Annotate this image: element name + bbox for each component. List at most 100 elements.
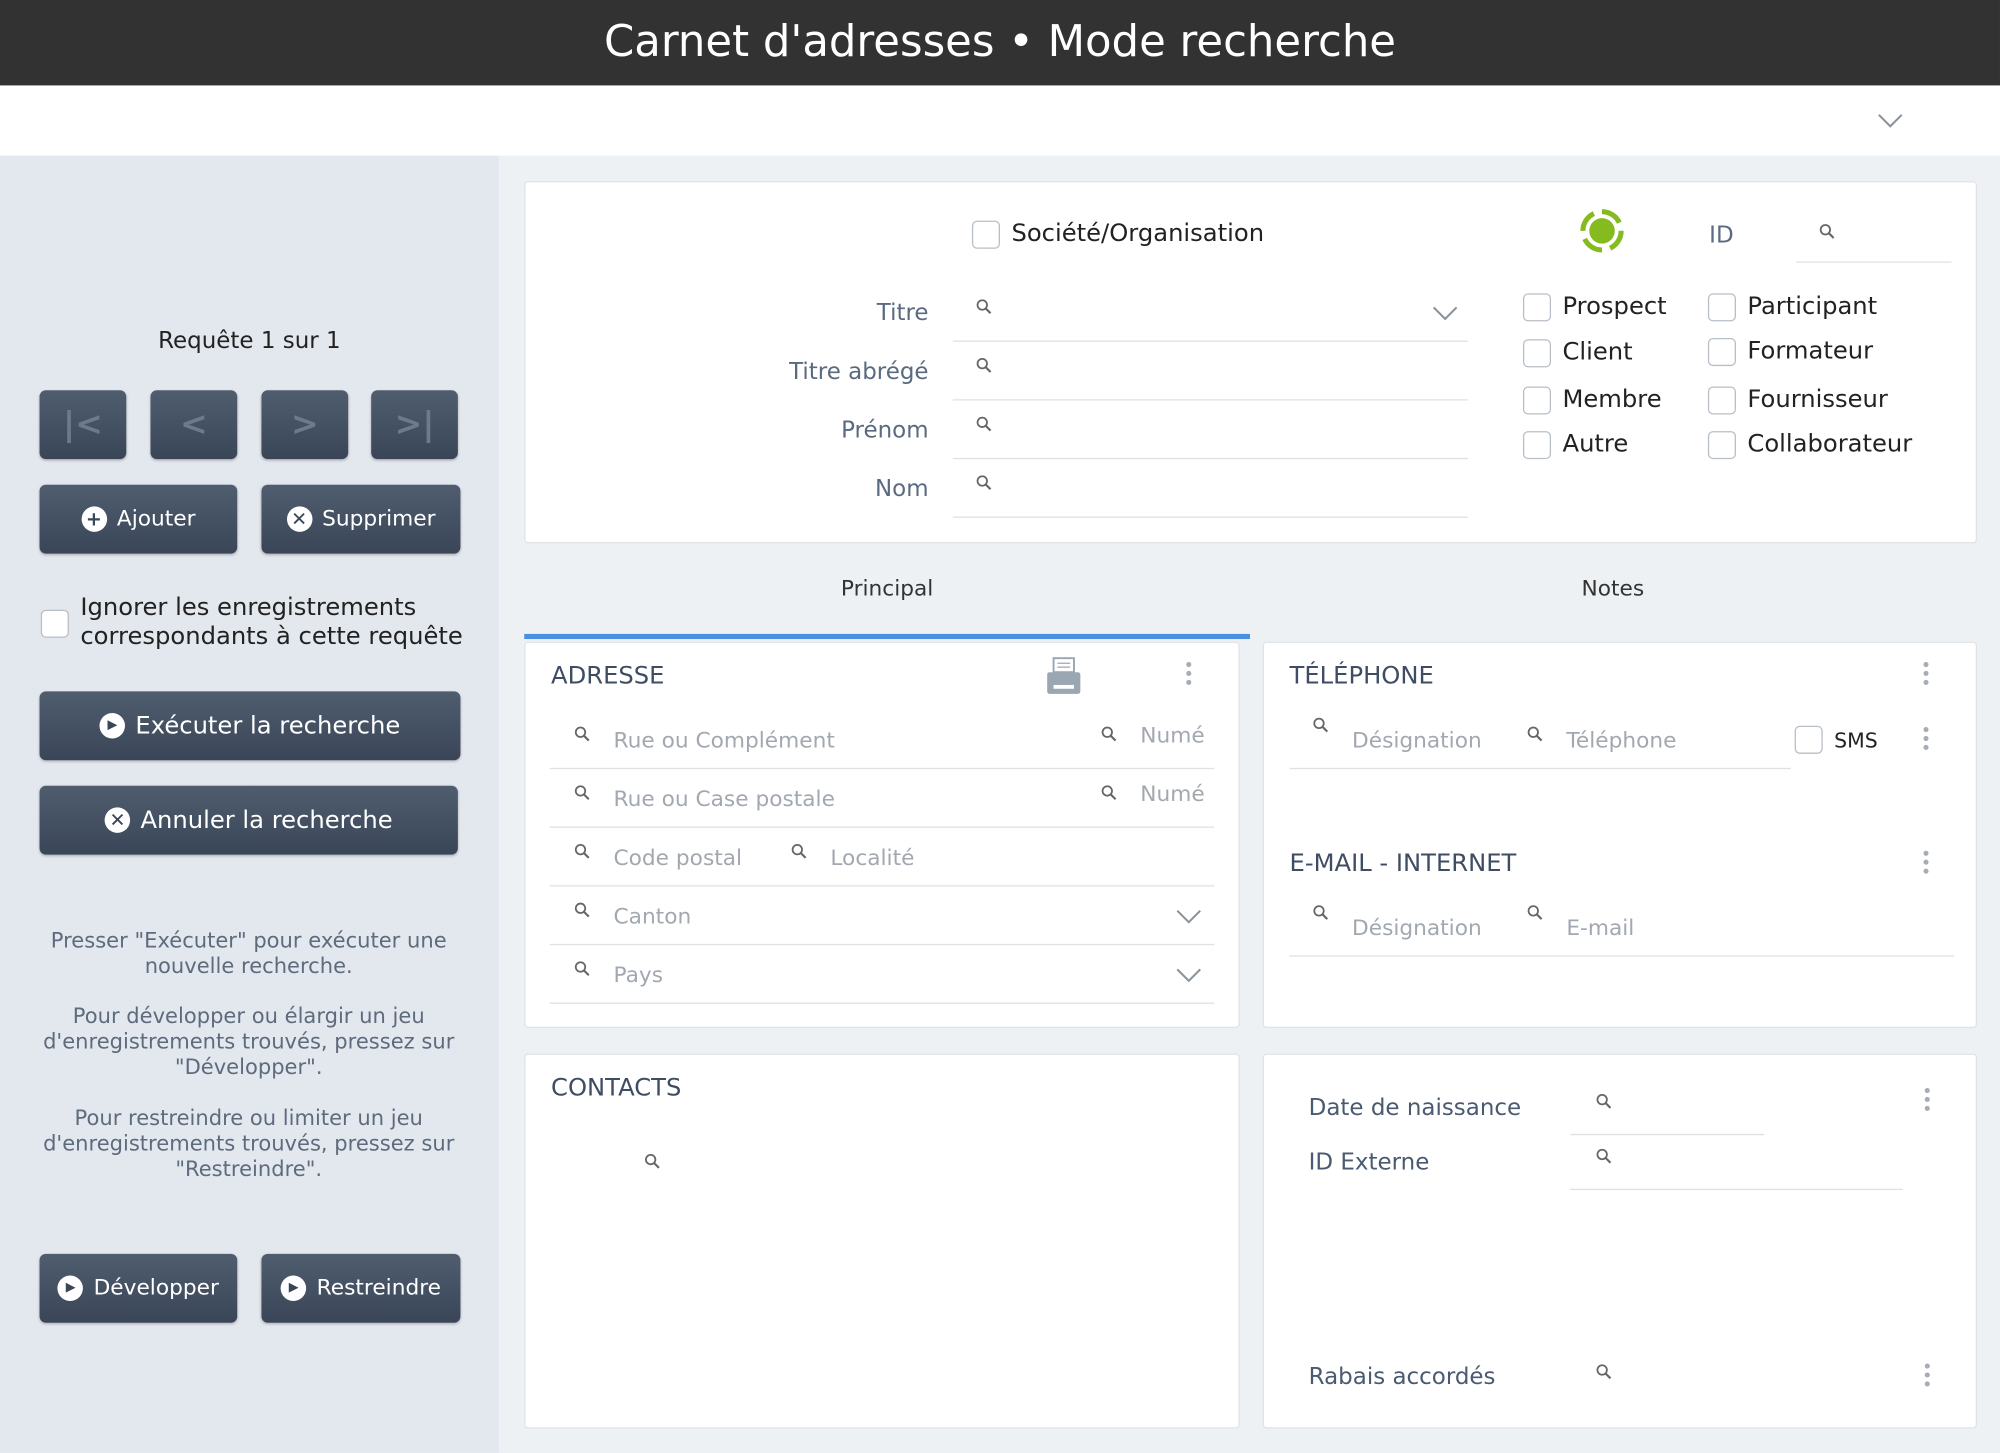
canton-field[interactable]: Canton <box>614 904 692 930</box>
participant-label: Participant <box>1747 292 1878 321</box>
more-options-icon[interactable] <box>1923 661 1929 689</box>
cancel-search-button[interactable]: ✕ Annuler la recherche <box>39 785 458 855</box>
chevron-down-icon[interactable] <box>1176 909 1202 924</box>
play-circle-icon: ▶ <box>57 1275 84 1302</box>
delete-button[interactable]: ✕ Supprimer <box>261 484 461 554</box>
external-id-field[interactable] <box>1570 1138 1904 1191</box>
prospect-checkbox[interactable] <box>1522 293 1552 322</box>
search-icon <box>574 784 591 801</box>
search-icon <box>574 726 591 743</box>
tab-notes[interactable]: Notes <box>1250 577 1976 603</box>
divider <box>549 826 1215 828</box>
client-checkbox[interactable] <box>1522 339 1552 368</box>
client-label: Client <box>1562 338 1633 367</box>
plus-circle-icon: + <box>81 506 107 532</box>
search-icon <box>1527 904 1544 921</box>
search-icon[interactable] <box>644 1153 661 1170</box>
more-options-icon[interactable] <box>1186 661 1192 689</box>
search-icon <box>1312 904 1329 921</box>
supplier-checkbox[interactable] <box>1707 386 1736 415</box>
help-line: nouvelle recherche. <box>144 954 353 979</box>
last-name-field[interactable] <box>952 462 1469 518</box>
contacts-title: CONTACTS <box>551 1073 682 1103</box>
previous-record-button[interactable]: < <box>150 390 238 460</box>
last-record-button[interactable]: >| <box>371 390 458 460</box>
printer-icon[interactable] <box>1046 657 1082 695</box>
x-circle-icon: ✕ <box>286 506 312 532</box>
organization-label: Société/Organisation <box>1011 219 1265 248</box>
street-number-field[interactable]: Numé <box>1140 723 1204 749</box>
help-line: Pour développer ou élargir un jeu <box>72 1003 425 1029</box>
restrict-button[interactable]: ▶ Restreindre <box>261 1253 461 1323</box>
divider <box>549 1002 1215 1004</box>
help-line: Pour restreindre ou limiter un jeu <box>74 1105 423 1131</box>
execute-search-button[interactable]: ▶ Exécuter la recherche <box>39 691 461 761</box>
more-options-icon[interactable] <box>1923 727 1929 754</box>
ignore-line-1: Ignorer les enregistrements <box>80 593 417 622</box>
street-complement-field[interactable]: Rue ou Complément <box>614 728 835 754</box>
window-title: Carnet d'adresses • Mode recherche <box>603 16 1396 68</box>
next-icon: > <box>290 405 319 444</box>
short-title-field[interactable] <box>952 344 1469 401</box>
search-icon <box>1101 784 1118 801</box>
search-icon <box>1527 726 1544 743</box>
phone-number-field[interactable]: Téléphone <box>1566 728 1676 754</box>
member-label: Membre <box>1562 385 1662 414</box>
id-label: ID <box>1709 221 1734 249</box>
request-counter: Requête 1 sur 1 <box>158 327 341 355</box>
other-checkbox[interactable] <box>1522 431 1552 460</box>
help-text-expand: Pour développer ou élargir un jeu d'enreg… <box>19 1004 478 1081</box>
email-designation-field[interactable]: Désignation <box>1352 916 1482 942</box>
help-text-execute: Presser "Exécuter" pour exécuter une nouv… <box>19 929 478 980</box>
phone-designation-field[interactable]: Désignation <box>1352 728 1482 754</box>
po-box-number-field[interactable]: Numé <box>1140 782 1204 808</box>
help-line: d'enregistrements trouvés, pressez sur <box>43 1029 455 1054</box>
search-icon <box>1312 717 1329 734</box>
search-icon[interactable] <box>1596 1364 1613 1381</box>
last-name-label: Nom <box>874 475 929 503</box>
external-id-label: ID Externe <box>1308 1149 1430 1177</box>
last-icon: >| <box>394 405 435 444</box>
birthdate-field[interactable] <box>1570 1083 1765 1136</box>
supplier-label: Fournisseur <box>1747 385 1888 414</box>
chevron-down-icon[interactable] <box>1878 114 1904 129</box>
chevron-down-icon[interactable] <box>1176 968 1202 983</box>
more-options-icon[interactable] <box>1923 850 1929 878</box>
city-field[interactable]: Localité <box>830 846 914 872</box>
organization-checkbox[interactable] <box>971 220 1000 249</box>
next-record-button[interactable]: > <box>261 390 349 460</box>
more-options-icon[interactable] <box>1924 1363 1930 1391</box>
email-address-field[interactable]: E-mail <box>1566 916 1634 942</box>
ignore-records-checkbox[interactable] <box>40 609 69 638</box>
previous-icon: < <box>179 405 208 444</box>
collaborator-checkbox[interactable] <box>1707 431 1736 460</box>
id-search-field[interactable] <box>1795 210 1952 263</box>
add-button[interactable]: + Ajouter <box>39 484 238 554</box>
help-line: d'enregistrements trouvés, pressez sur <box>43 1131 455 1156</box>
phone-email-card <box>1262 641 1978 1029</box>
zip-code-field[interactable]: Code postal <box>614 846 743 872</box>
short-title-label: Titre abrégé <box>789 358 929 386</box>
search-icon <box>976 474 993 491</box>
execute-label: Exécuter la recherche <box>135 711 401 740</box>
contacts-card <box>524 1053 1240 1429</box>
search-icon <box>574 960 591 977</box>
chevron-down-icon[interactable] <box>1432 306 1458 321</box>
trainer-checkbox[interactable] <box>1707 338 1736 367</box>
more-options-icon[interactable] <box>1924 1088 1930 1115</box>
country-field[interactable]: Pays <box>614 963 664 989</box>
email-title: E-MAIL - INTERNET <box>1289 849 1517 878</box>
participant-checkbox[interactable] <box>1707 293 1736 322</box>
x-circle-icon: ✕ <box>104 807 131 833</box>
street-po-box-field[interactable]: Rue ou Case postale <box>614 787 835 813</box>
tab-principal[interactable]: Principal <box>524 577 1250 603</box>
search-icon <box>574 902 591 919</box>
member-checkbox[interactable] <box>1522 386 1552 415</box>
expand-button[interactable]: ▶ Développer <box>39 1253 238 1323</box>
title-field[interactable] <box>952 286 1469 342</box>
first-name-field[interactable] <box>952 403 1469 460</box>
address-title: ADRESSE <box>551 661 665 691</box>
first-record-button[interactable]: |< <box>39 390 127 460</box>
sms-checkbox[interactable] <box>1794 725 1823 754</box>
toolbar <box>0 85 2000 156</box>
